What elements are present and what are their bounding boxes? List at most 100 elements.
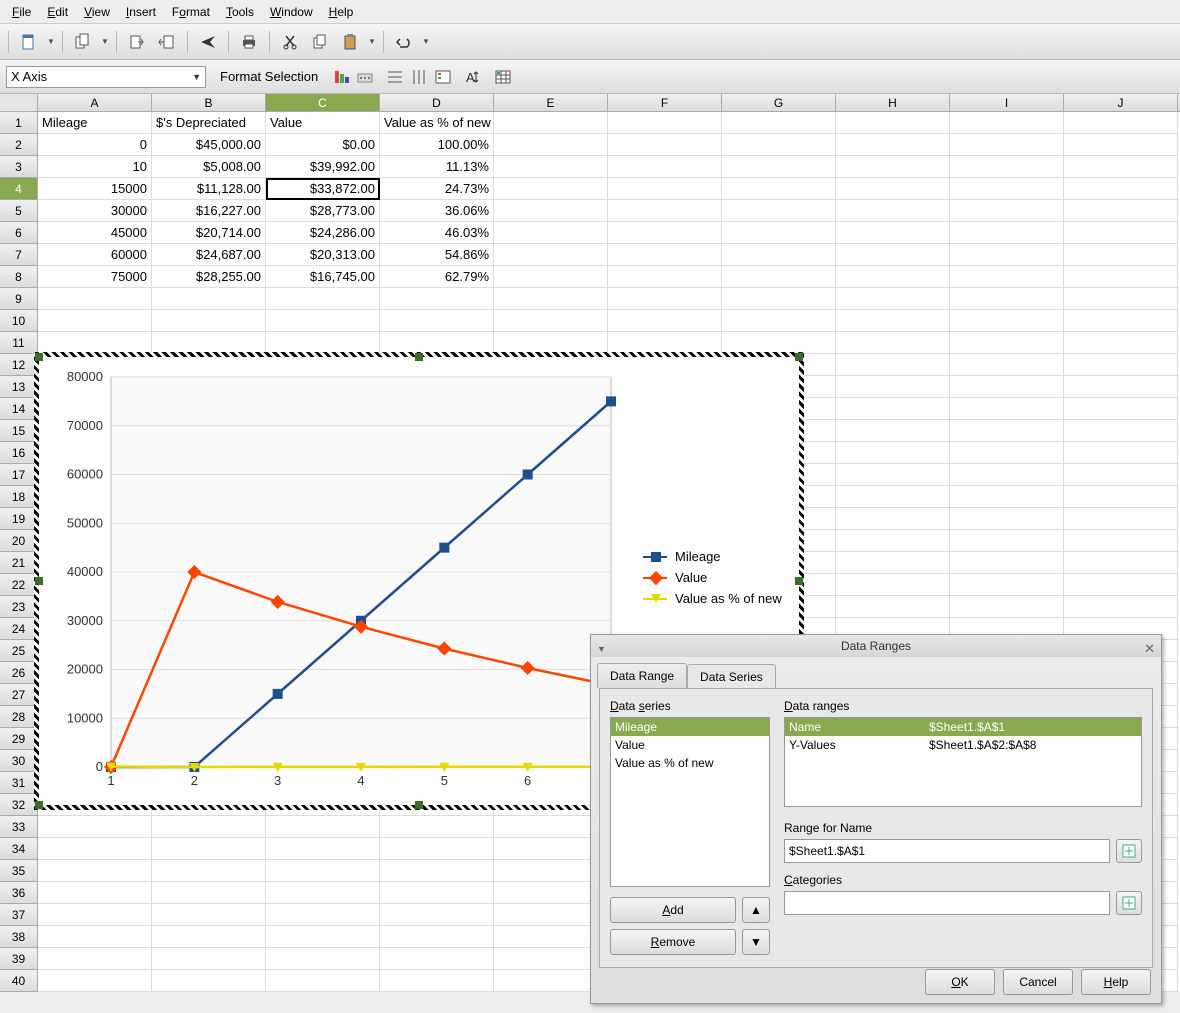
col-H[interactable]: H <box>836 94 950 111</box>
cell[interactable] <box>38 948 152 970</box>
row-header[interactable]: 38 <box>0 926 38 948</box>
cell[interactable] <box>722 332 836 354</box>
cell[interactable] <box>266 310 380 332</box>
cell[interactable] <box>722 288 836 310</box>
cell[interactable] <box>1064 574 1178 596</box>
undo-icon[interactable] <box>392 30 416 54</box>
cell[interactable] <box>1064 288 1178 310</box>
cell[interactable] <box>152 838 266 860</box>
row-header[interactable]: 28 <box>0 706 38 728</box>
dialog-title-bar[interactable]: ▼ Data Ranges ✕ <box>591 635 1161 657</box>
cell[interactable] <box>608 288 722 310</box>
row-header[interactable]: 3 <box>0 156 38 178</box>
cell[interactable] <box>608 134 722 156</box>
cell[interactable] <box>950 596 1064 618</box>
col-A[interactable]: A <box>38 94 152 111</box>
cell[interactable] <box>1064 332 1178 354</box>
cell[interactable] <box>380 882 494 904</box>
cell[interactable] <box>950 464 1064 486</box>
categories-input[interactable] <box>784 891 1110 915</box>
cell[interactable]: 10 <box>38 156 152 178</box>
cell[interactable] <box>1064 376 1178 398</box>
col-C[interactable]: C <box>266 94 380 111</box>
resize-handle[interactable] <box>35 801 43 809</box>
cell[interactable] <box>1064 552 1178 574</box>
new-doc-icon[interactable] <box>17 30 41 54</box>
row-header[interactable]: 10 <box>0 310 38 332</box>
move-down-button[interactable]: ▼ <box>742 929 770 955</box>
row-header[interactable]: 6 <box>0 222 38 244</box>
cell[interactable] <box>608 244 722 266</box>
row-header[interactable]: 29 <box>0 728 38 750</box>
cell[interactable]: $'s Depreciated <box>152 112 266 134</box>
copy-doc-icon[interactable] <box>71 30 95 54</box>
row-header[interactable]: 2 <box>0 134 38 156</box>
cell[interactable]: 46.03% <box>380 222 494 244</box>
data-table-icon[interactable] <box>494 68 512 86</box>
cell[interactable] <box>380 948 494 970</box>
tab-data-series[interactable]: Data Series <box>687 664 776 689</box>
data-ranges-table[interactable]: Name $Sheet1.$A$1 Y-Values $Sheet1.$A$2:… <box>784 717 1142 807</box>
cell[interactable] <box>950 244 1064 266</box>
row-header[interactable]: 19 <box>0 508 38 530</box>
cell[interactable] <box>494 244 608 266</box>
cell[interactable] <box>494 310 608 332</box>
cell[interactable] <box>836 178 950 200</box>
col-J[interactable]: J <box>1064 94 1178 111</box>
tab-data-range[interactable]: Data Range <box>597 663 687 688</box>
cell[interactable] <box>380 838 494 860</box>
cell[interactable] <box>494 222 608 244</box>
cell[interactable] <box>836 442 950 464</box>
cell[interactable]: $33,872.00 <box>266 178 380 200</box>
cell[interactable] <box>950 354 1064 376</box>
cell[interactable] <box>608 222 722 244</box>
cell[interactable] <box>494 156 608 178</box>
cell[interactable]: $24,687.00 <box>152 244 266 266</box>
cell[interactable] <box>152 948 266 970</box>
row-header[interactable]: 31 <box>0 772 38 794</box>
cell[interactable]: 62.79% <box>380 266 494 288</box>
cell[interactable] <box>722 266 836 288</box>
dialog-menu-icon[interactable]: ▼ <box>597 638 606 660</box>
cell[interactable] <box>836 464 950 486</box>
cell[interactable] <box>608 266 722 288</box>
cell[interactable]: $24,286.00 <box>266 222 380 244</box>
cell[interactable] <box>494 266 608 288</box>
cell[interactable] <box>38 860 152 882</box>
shrink-range-icon[interactable] <box>1116 891 1142 915</box>
row-header[interactable]: 23 <box>0 596 38 618</box>
cell[interactable]: $28,255.00 <box>152 266 266 288</box>
cell[interactable] <box>836 552 950 574</box>
row-header[interactable]: 36 <box>0 882 38 904</box>
cell[interactable] <box>836 266 950 288</box>
row-header[interactable]: 26 <box>0 662 38 684</box>
paste-icon[interactable] <box>338 30 362 54</box>
cell[interactable]: $45,000.00 <box>152 134 266 156</box>
resize-handle[interactable] <box>795 577 803 585</box>
cell[interactable] <box>950 552 1064 574</box>
cell[interactable] <box>266 838 380 860</box>
row-header[interactable]: 20 <box>0 530 38 552</box>
cell[interactable]: $16,227.00 <box>152 200 266 222</box>
cell[interactable]: 54.86% <box>380 244 494 266</box>
copy-icon[interactable] <box>308 30 332 54</box>
cell[interactable]: Value <box>266 112 380 134</box>
cell[interactable] <box>152 288 266 310</box>
cell[interactable] <box>722 200 836 222</box>
cell[interactable] <box>152 310 266 332</box>
plane-icon[interactable] <box>196 30 220 54</box>
cell[interactable] <box>950 288 1064 310</box>
cell[interactable] <box>836 530 950 552</box>
cell[interactable] <box>950 420 1064 442</box>
cell[interactable]: 15000 <box>38 178 152 200</box>
cell[interactable] <box>1064 178 1178 200</box>
cell[interactable] <box>1064 508 1178 530</box>
cell[interactable]: $28,773.00 <box>266 200 380 222</box>
cell[interactable] <box>836 596 950 618</box>
cell[interactable] <box>266 970 380 992</box>
cancel-button[interactable]: Cancel <box>1003 969 1073 995</box>
cell[interactable] <box>836 574 950 596</box>
cell[interactable] <box>266 904 380 926</box>
cell[interactable] <box>266 816 380 838</box>
print-icon[interactable] <box>237 30 261 54</box>
